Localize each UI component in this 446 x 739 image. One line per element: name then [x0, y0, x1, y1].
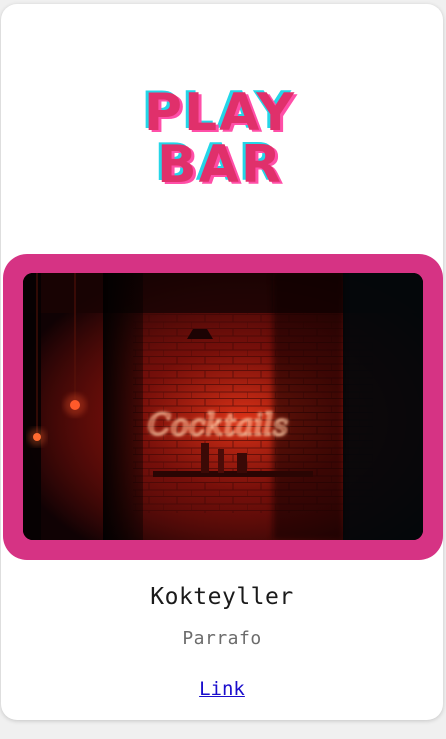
svg-text:BAR: BAR [157, 135, 283, 190]
svg-text:PLAY: PLAY [144, 83, 296, 143]
card-link[interactable]: Link [199, 678, 245, 700]
card-title: Kokteyller [150, 584, 294, 610]
image-frame: Cocktails Cocktails [3, 254, 443, 560]
neon-sign-text: Cocktails [148, 408, 289, 443]
product-card: .lg { font-family: "DejaVu Sans", sans-s… [1, 4, 443, 720]
card-paragraph: Parrafo [182, 628, 262, 649]
card-link-wrap: Link [1, 678, 443, 700]
cocktails-neon-photo: Cocktails Cocktails [23, 273, 423, 540]
play-bar-logo: .lg { font-family: "DejaVu Sans", sans-s… [1, 80, 443, 190]
